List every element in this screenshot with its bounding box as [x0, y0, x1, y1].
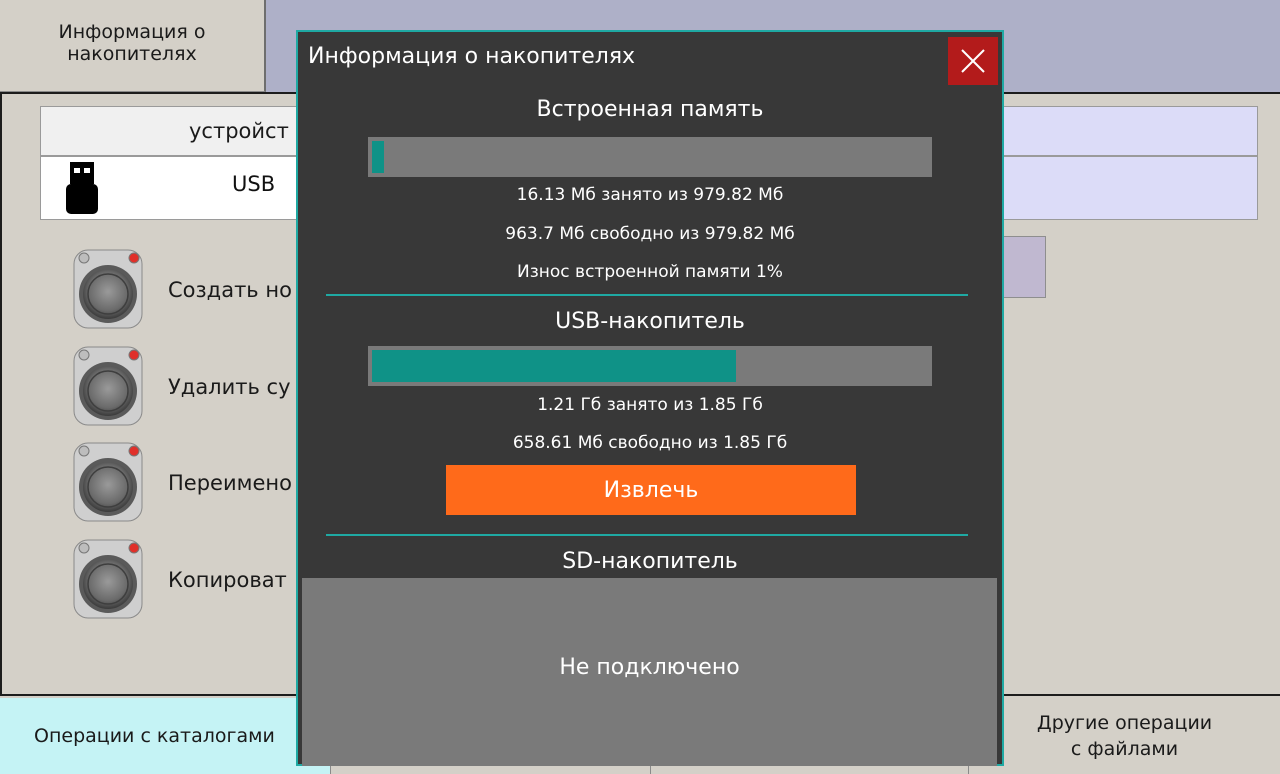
usb-drive-usage-fill — [372, 350, 736, 382]
round-button-icon — [73, 346, 143, 426]
internal-memory-used-text: 16.13 Мб занято из 979.82 Мб — [516, 185, 784, 205]
eject-button-label: Извлечь — [603, 477, 699, 503]
dialog-title: Информация о накопителях — [308, 44, 636, 69]
round-button-icon — [73, 539, 143, 619]
usb-drive-used-text: 1.21 Гб занято из 1.85 Гб — [537, 395, 763, 415]
internal-memory-title: Встроенная память — [536, 97, 764, 122]
device-column-header: устройст — [189, 119, 289, 143]
sd-card-status-panel: Не подключено — [302, 578, 997, 766]
tab-other-file-operations[interactable]: Другие операции с файлами — [968, 698, 1280, 774]
sd-card-title: SD-накопитель — [562, 549, 738, 574]
tab-other-ops-line2: с файлами — [1070, 738, 1179, 760]
usb-drive-usage-bar — [368, 346, 932, 386]
operation-label: Создать но — [168, 278, 292, 302]
background-side-button[interactable] — [1000, 236, 1046, 298]
tab-storage-info-line2: накопителях — [67, 42, 197, 65]
operation-label: Копироват — [168, 568, 287, 592]
tab-directory-operations-label: Операции с каталогами — [34, 725, 275, 747]
sd-card-status: Не подключено — [559, 654, 740, 680]
operation-button[interactable] — [72, 538, 144, 620]
eject-button[interactable]: Извлечь — [446, 465, 856, 515]
tab-storage-info-line1: Информация о — [58, 20, 206, 43]
section-divider — [326, 534, 968, 536]
usb-drive-title: USB-накопитель — [555, 309, 745, 334]
device-name: USB — [232, 172, 276, 196]
round-button-icon — [73, 249, 143, 329]
operation-button[interactable] — [72, 441, 144, 523]
close-icon — [961, 49, 985, 73]
operation-label: Переимено — [168, 471, 292, 495]
usb-drive-icon — [66, 162, 98, 214]
operation-button[interactable] — [72, 345, 144, 427]
internal-memory-free-text: 963.7 Мб свободно из 979.82 Мб — [505, 224, 795, 244]
usb-drive-free-text: 658.61 Мб свободно из 1.85 Гб — [512, 433, 788, 453]
internal-memory-wear-text: Износ встроенной памяти 1% — [517, 262, 783, 282]
round-button-icon — [73, 442, 143, 522]
internal-memory-usage-bar — [368, 137, 932, 177]
tab-storage-info[interactable]: Информация о накопителях — [0, 0, 266, 92]
operation-label: Удалить су — [168, 375, 291, 399]
internal-memory-usage-fill — [372, 141, 384, 173]
tab-directory-operations[interactable]: Операции с каталогами — [0, 698, 330, 774]
operation-button[interactable] — [72, 248, 144, 330]
dialog-close-button[interactable] — [948, 37, 998, 85]
tab-other-ops-line1: Другие операции — [1036, 712, 1213, 734]
section-divider — [326, 294, 968, 296]
